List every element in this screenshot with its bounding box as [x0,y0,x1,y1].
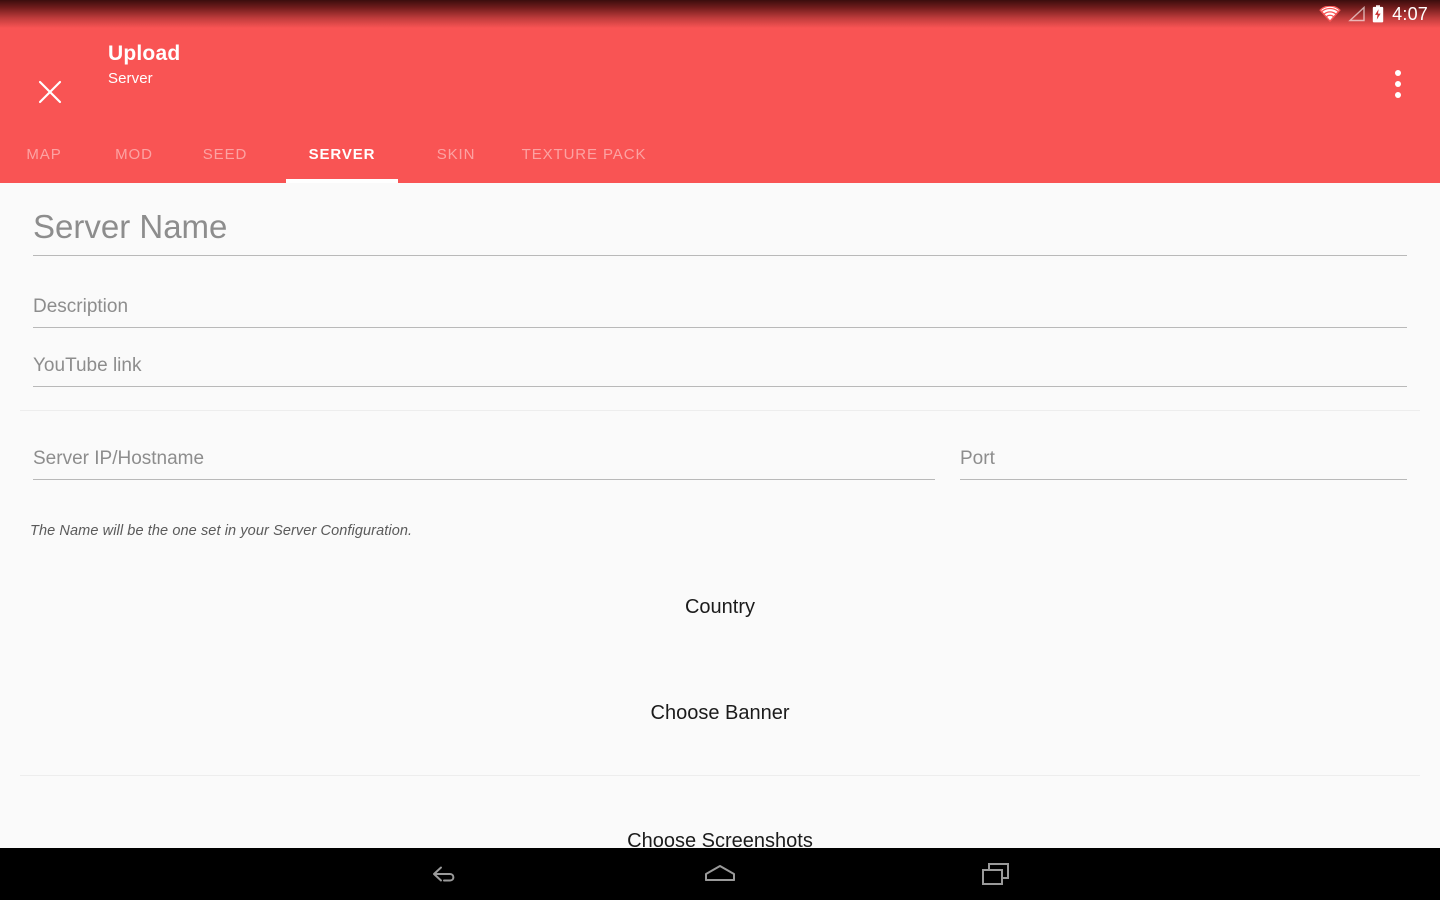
youtube-link-input[interactable] [33,352,1407,386]
tab-mod[interactable]: MOD [104,125,164,183]
tab-skin[interactable]: SKIN [426,125,486,183]
server-name-underline [33,255,1407,256]
close-button[interactable] [30,72,70,112]
choose-banner-button[interactable]: Choose Banner [0,702,1440,725]
tab-server[interactable]: SERVER [286,125,398,183]
title-block: Upload Server [108,40,180,90]
port-input[interactable] [960,445,1407,479]
country-selector[interactable]: Country [0,596,1440,619]
overflow-menu-icon [1395,81,1401,87]
recents-button[interactable] [968,854,1024,894]
back-button[interactable] [416,854,472,894]
page-subtitle: Server [108,70,153,87]
home-icon [705,865,735,881]
home-button[interactable] [692,854,748,894]
port-underline [960,479,1407,480]
description-field [33,293,1407,328]
tab-seed[interactable]: SEED [192,125,258,183]
description-underline [33,327,1407,328]
tab-bar: MAP MOD SEED SERVER SKIN TEXTURE PACK [0,125,1440,183]
server-ip-field [33,445,935,480]
android-navigation-bar [0,848,1440,900]
section-divider [20,775,1420,776]
port-field [960,445,1407,480]
youtube-link-field [33,352,1407,387]
status-bar-icons [1319,5,1384,23]
server-name-input[interactable] [33,205,1407,255]
overflow-menu-button[interactable] [1376,60,1420,108]
recents-icon [982,863,1009,885]
tab-map[interactable]: MAP [12,125,76,183]
back-icon [433,866,455,882]
description-input[interactable] [33,293,1407,327]
choose-screenshots-button[interactable]: Choose Screenshots [0,830,1440,848]
server-ip-input[interactable] [33,445,935,479]
overflow-menu-icon [1395,92,1401,98]
upload-form: The Name will be the one set in your Ser… [0,183,1440,848]
wifi-icon [1319,6,1341,22]
status-bar: 4:07 [0,0,1440,28]
server-name-hint: The Name will be the one set in your Ser… [30,523,413,539]
youtube-link-underline [33,386,1407,387]
server-ip-underline [33,479,935,480]
page-title: Upload [108,42,181,65]
overflow-menu-icon [1395,70,1401,76]
signal-icon [1348,6,1365,22]
battery-charging-icon [1372,5,1384,23]
section-divider [20,410,1420,411]
close-icon [38,80,62,104]
app-screen: 4:07 Upload Server MAP MOD SEED SERVER S… [0,0,1440,900]
tab-texture-pack[interactable]: TEXTURE PACK [514,125,654,183]
app-bar: Upload Server MAP MOD SEED SERVER SKIN T… [0,28,1440,183]
server-name-field [33,205,1407,256]
status-bar-clock: 4:07 [1392,3,1428,24]
